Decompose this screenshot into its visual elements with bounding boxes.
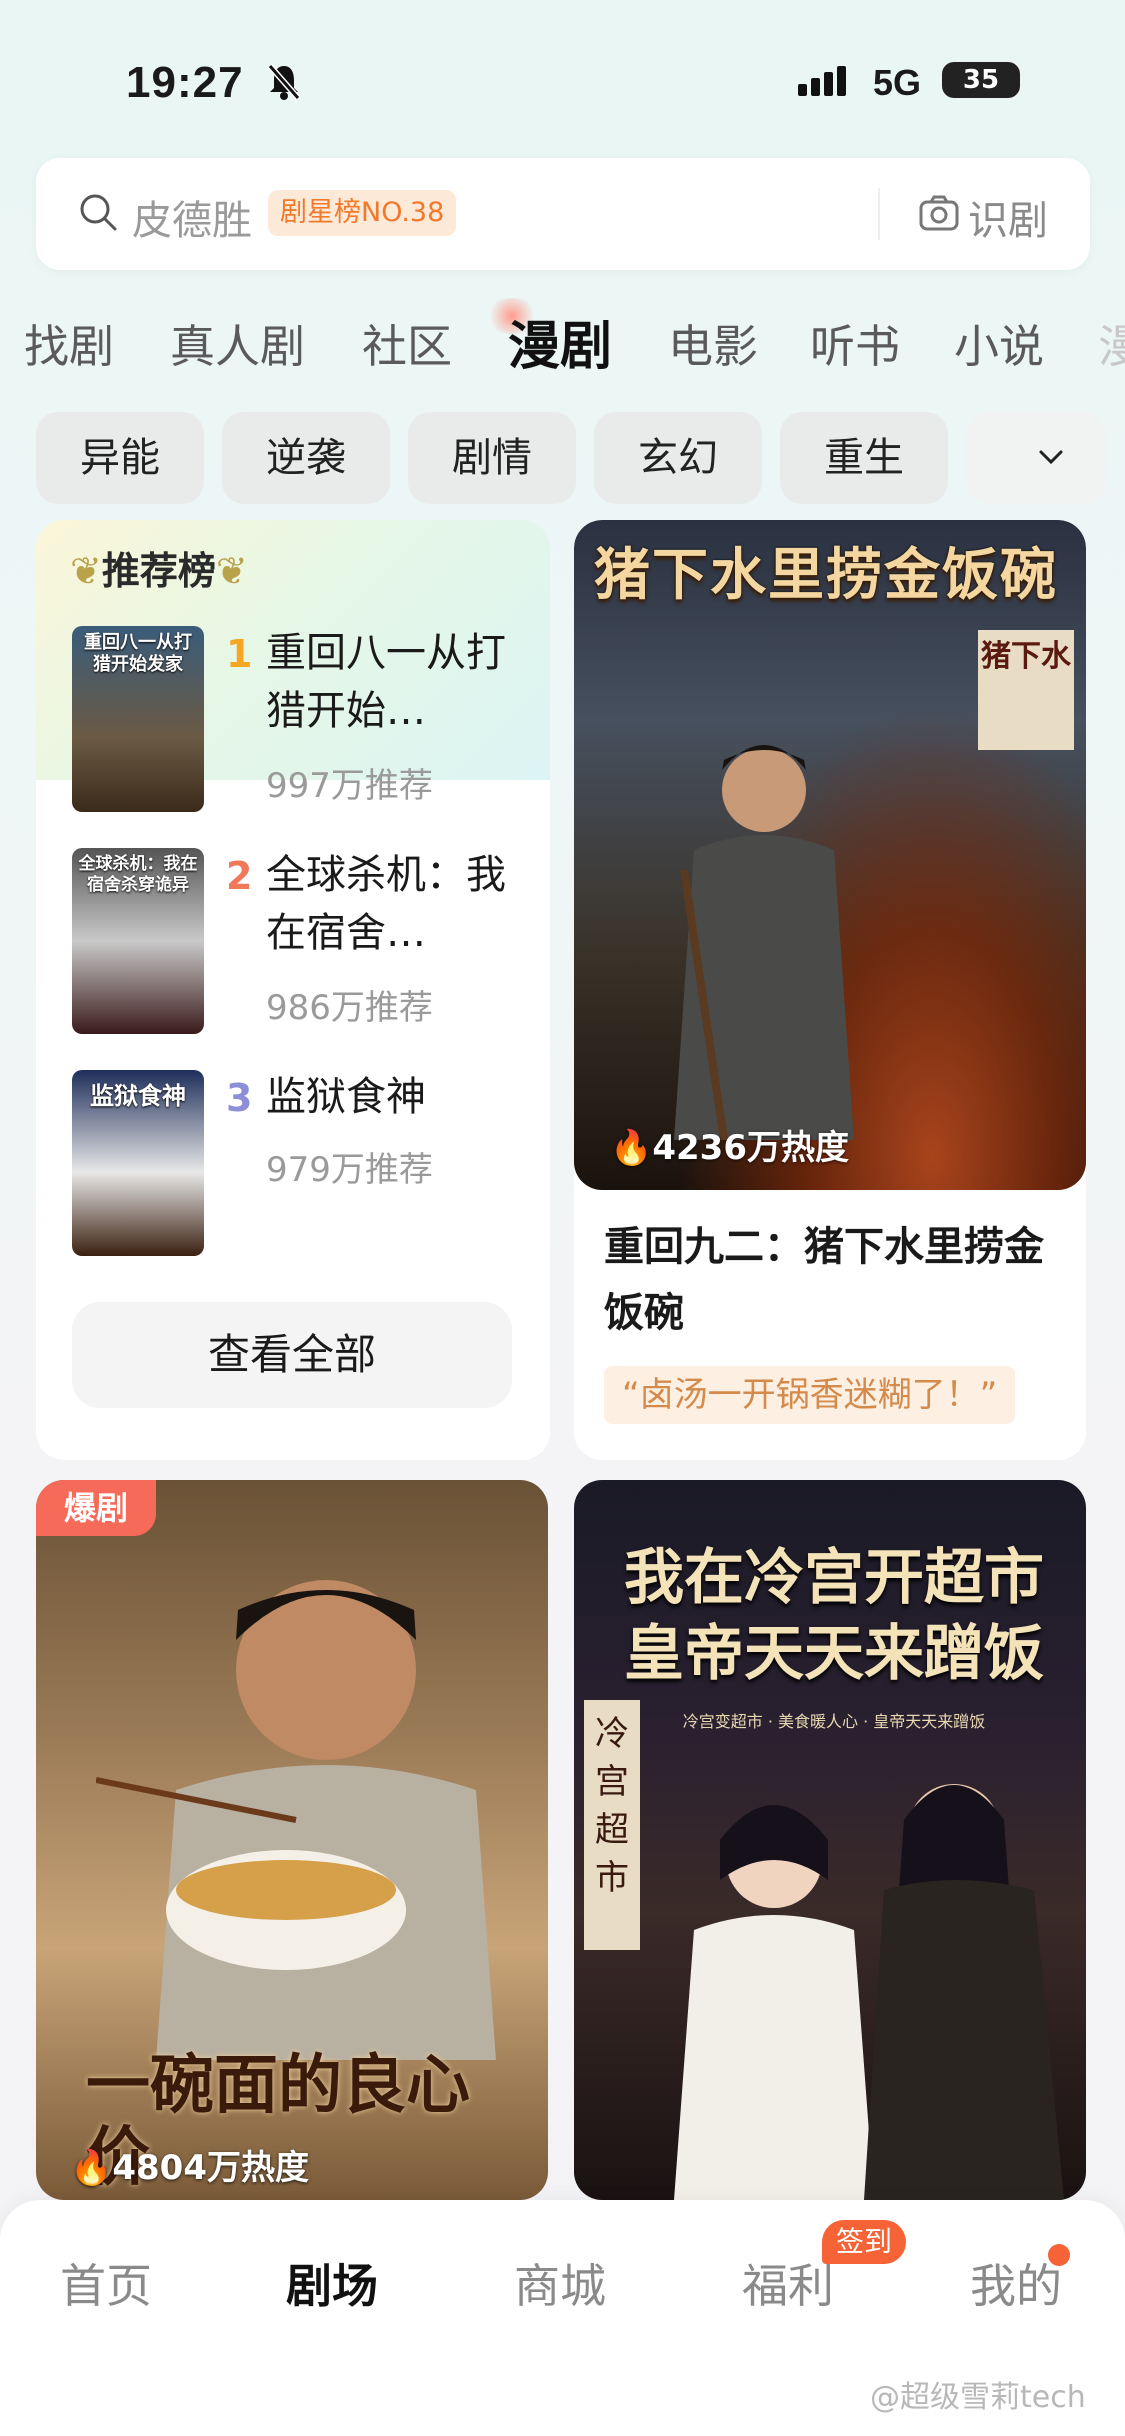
ranking-item-title[interactable]: 监狱食神 [266,1068,516,1126]
ranking-item-cover[interactable]: 重回八一从打猎开始发家 [72,626,204,812]
drama-poster[interactable]: 一碗面的良心价 爆剧 🔥4804万热度 [36,1480,548,2200]
chip-superpower[interactable]: 异能 [36,412,204,504]
flame-icon: 🔥 [70,2148,113,2188]
search-icon [80,194,117,231]
character-figures [674,1784,1064,2200]
network-type: 5G [873,62,922,103]
ranking-item-count: 997万推荐 [266,766,433,806]
cover-subtitle: 冷宫变超市 · 美食暖人心 · 皇帝天天来蹭饭 [682,1712,986,1731]
nav-benefits[interactable]: 福利 [742,2250,834,2316]
chevron-down-icon[interactable] [1034,440,1068,474]
featured-drama-card[interactable]: 猪下水里捞金饭碗 猪下水 🔥4236万热度 重回九二：猪下水里捞金饭碗 “卤汤一… [574,520,1086,1460]
laurel-left-icon: ❦ [70,549,102,593]
ranking-item-cover[interactable]: 全球杀机：我在宿舍杀穿诡异 [72,848,204,1034]
featured-cover-image[interactable]: 猪下水里捞金饭碗 猪下水 🔥4236万热度 [574,520,1086,1190]
search-rank-badge: 剧星榜NO.38 [268,190,457,236]
rank-number: 3 [226,1076,253,1120]
ranking-item-count: 979万推荐 [266,1150,433,1190]
search-bar[interactable]: 皮德胜 剧星榜NO.38 识剧 [36,158,1090,270]
chip-rebirth[interactable]: 重生 [780,412,948,504]
character-figure [96,1580,496,2060]
notification-dot [1048,2244,1070,2266]
ranking-item-count: 986万推荐 [266,988,433,1028]
hot-badge: 爆剧 [36,1480,156,1536]
status-time: 19:27 [126,58,244,107]
tab-comic-drama[interactable]: 漫剧 [508,304,612,379]
ranking-item-cover[interactable]: 监狱食神 [72,1070,204,1256]
rank-number: 2 [226,854,253,898]
flame-icon: 🔥 [610,1128,653,1168]
nav-theater[interactable]: 剧场 [286,2250,378,2316]
tab-movie[interactable]: 电影 [668,310,758,375]
signal-icon [798,66,850,96]
ranking-item-title[interactable]: 重回八一从打猎开始… [266,624,516,740]
drama-poster[interactable]: 我在冷宫开超市皇帝天天来蹭饭 冷宫变超市 · 美食暖人心 · 皇帝天天来蹭饭 冷… [574,1480,1086,2200]
laurel-right-icon: ❦ [215,549,248,593]
rank-number: 1 [226,632,253,676]
tab-community[interactable]: 社区 [362,310,452,375]
cover-title: 我在冷宫开超市皇帝天天来蹭饭 [624,1543,1044,1689]
cover-sign: 冷宫超市 [584,1700,640,1950]
cover-title: 监狱食神 [90,1082,186,1110]
divider [878,188,880,240]
character-figure [674,745,854,1140]
nav-mall[interactable]: 商城 [514,2250,606,2316]
battery-indicator: 35 [942,62,1020,98]
tab-find[interactable]: 找剧 [24,310,114,375]
bell-muted-icon [267,64,301,100]
cover-sign: 猪下水 [978,630,1074,750]
featured-quote: “卤汤一开锅香迷糊了！” [604,1366,1016,1424]
checkin-badge[interactable]: 签到 [822,2220,907,2264]
recognize-drama-button[interactable]: 识剧 [968,188,1048,246]
cover-title: 全球杀机：我在宿舍杀穿诡异 [78,854,198,895]
featured-title[interactable]: 重回九二：猪下水里捞金饭碗 [604,1214,1064,1346]
cover-title: 猪下水里捞金饭碗 [594,543,1058,608]
heat-count: 🔥4236万热度 [610,1128,849,1168]
chip-fantasy[interactable]: 玄幻 [594,412,762,504]
view-all-button[interactable]: 查看全部 [72,1302,512,1408]
chip-plot[interactable]: 剧情 [408,412,576,504]
ranking-title: ❦推荐榜❦ [70,549,248,593]
ranking-item-title[interactable]: 全球杀机：我在宿舍… [266,846,516,962]
heat-count: 🔥4804万热度 [70,2148,309,2188]
tab-live-action[interactable]: 真人剧 [170,310,305,375]
watermark: @超级雪莉tech [870,2380,1086,2415]
cover-title: 重回八一从打猎开始发家 [84,632,192,675]
tab-novel[interactable]: 小说 [954,310,1044,375]
tab-more[interactable]: 漫 [1098,310,1125,375]
search-input[interactable]: 皮德胜 [132,188,252,246]
camera-icon[interactable] [918,194,960,232]
tab-audiobook[interactable]: 听书 [810,310,900,375]
chip-comeback[interactable]: 逆袭 [222,412,390,504]
recommend-ranking-card: ❦推荐榜❦ 重回八一从打猎开始发家 1 重回八一从打猎开始… 997万推荐 全球… [36,520,550,1460]
nav-home[interactable]: 首页 [60,2250,152,2316]
